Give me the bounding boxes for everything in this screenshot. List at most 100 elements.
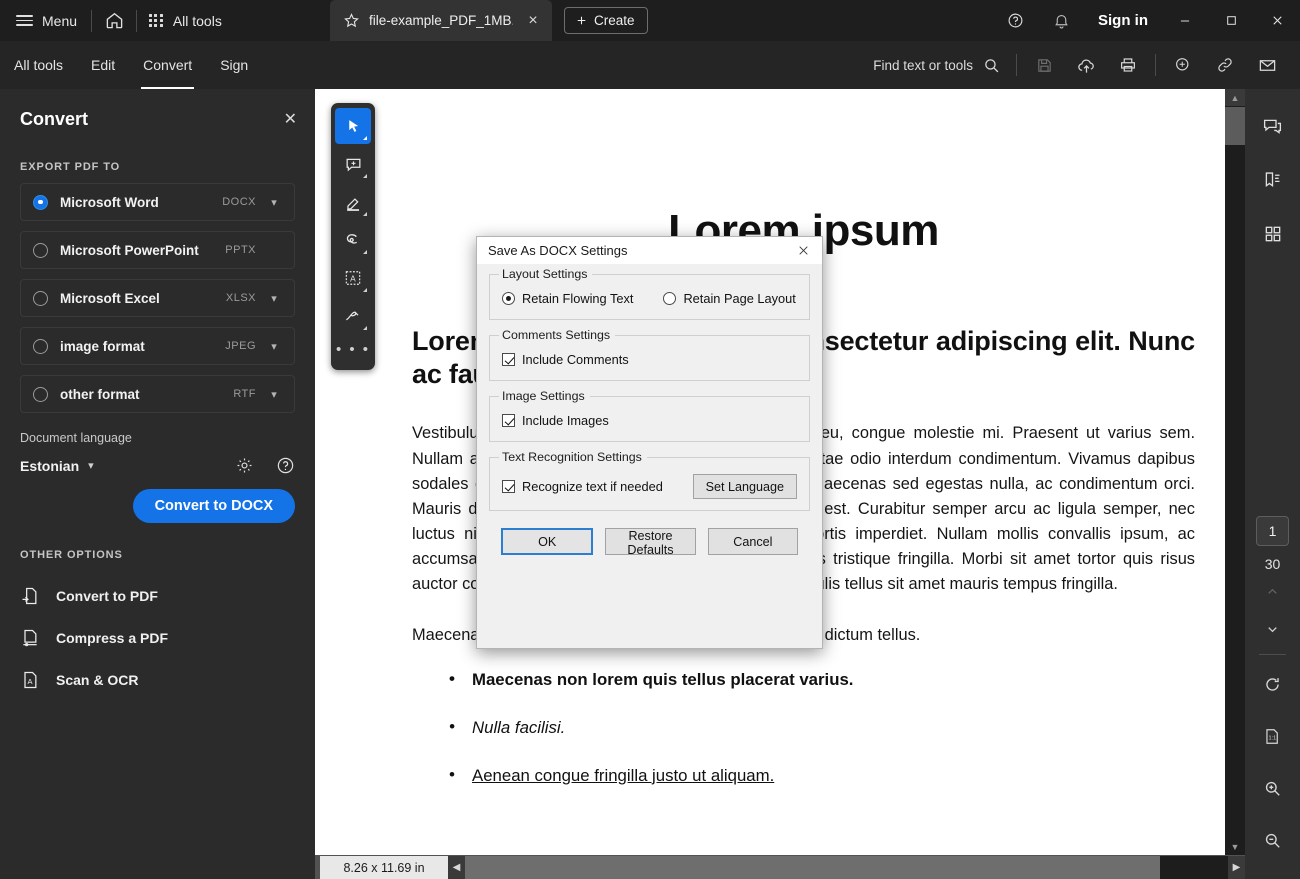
format-option-excel[interactable]: Microsoft Excel XLSX ▾ xyxy=(20,279,295,317)
format-option-word[interactable]: Microsoft Word DOCX ▾ xyxy=(20,183,295,221)
radio-icon[interactable] xyxy=(33,195,48,210)
convert-to-docx-button[interactable]: Convert to DOCX xyxy=(133,489,295,523)
document-language-value[interactable]: Estonian xyxy=(20,458,79,474)
rotate-icon[interactable] xyxy=(1253,663,1293,705)
email-icon[interactable] xyxy=(1246,41,1288,89)
scroll-up-arrow[interactable]: ▲ xyxy=(1225,89,1245,106)
acrobat-window: Menu All tools file-example_PDF_1MB.... … xyxy=(0,0,1300,879)
upload-cloud-icon[interactable] xyxy=(1065,41,1107,89)
menu-button[interactable]: Menu xyxy=(0,0,91,41)
radio-icon[interactable] xyxy=(33,243,48,258)
minimize-button[interactable] xyxy=(1162,0,1208,41)
help-circle-icon[interactable] xyxy=(276,456,295,475)
thumbnails-icon[interactable] xyxy=(1253,213,1293,255)
page-size-indicator: 8.26 x 11.69 in xyxy=(320,856,448,879)
radio-retain-flowing-text[interactable] xyxy=(502,292,515,305)
fit-page-icon[interactable]: 1:1 xyxy=(1253,715,1293,757)
grid-icon xyxy=(149,14,163,28)
option-scan-ocr[interactable]: A Scan & OCR xyxy=(20,659,295,701)
bell-icon[interactable] xyxy=(1038,0,1084,41)
radio-icon[interactable] xyxy=(33,291,48,306)
star-icon[interactable] xyxy=(343,12,360,29)
draw-tool[interactable] xyxy=(335,222,371,258)
chevron-down-icon[interactable]: ▾ xyxy=(264,388,284,401)
radio-retain-page-layout[interactable] xyxy=(663,292,676,305)
checkbox-include-comments[interactable] xyxy=(502,353,515,366)
scroll-right-arrow[interactable]: ▶ xyxy=(1228,856,1245,879)
gear-icon[interactable] xyxy=(235,456,254,475)
format-ext: RTF xyxy=(233,388,256,400)
current-page-input[interactable]: 1 xyxy=(1256,516,1289,546)
home-icon[interactable] xyxy=(92,0,136,41)
highlight-tool[interactable] xyxy=(335,184,371,220)
svg-text:A: A xyxy=(350,273,356,283)
list-item: Nulla facilisi. xyxy=(472,718,1195,738)
scroll-down-arrow[interactable]: ▼ xyxy=(1225,838,1245,855)
find-button[interactable]: Find text or tools xyxy=(873,57,1010,74)
tool-submenu-indicator[interactable] xyxy=(363,212,367,216)
tool-submenu-indicator[interactable] xyxy=(363,326,367,330)
create-button[interactable]: Create xyxy=(564,7,648,34)
comment-icon[interactable] xyxy=(1253,105,1293,147)
tab-sign[interactable]: Sign xyxy=(206,41,262,89)
zoom-out-icon[interactable] xyxy=(1253,819,1293,861)
export-section-label: EXPORT PDF TO xyxy=(0,161,315,173)
option-compress-pdf[interactable]: Compress a PDF xyxy=(20,617,295,659)
ok-button[interactable]: OK xyxy=(501,528,593,555)
fill-sign-tool[interactable] xyxy=(335,298,371,334)
document-horizontal-scrollbar[interactable]: ◀ ▶ xyxy=(448,856,1245,879)
chevron-down-icon[interactable]: ▾ xyxy=(88,459,94,472)
format-option-other[interactable]: other format RTF ▾ xyxy=(20,375,295,413)
chevron-down-icon[interactable]: ▾ xyxy=(264,292,284,305)
radio-icon[interactable] xyxy=(33,339,48,354)
print-icon[interactable] xyxy=(1107,41,1149,89)
scrollbar-thumb[interactable] xyxy=(1225,107,1245,145)
checkbox-label: Include Comments xyxy=(522,352,629,367)
chevron-down-icon[interactable]: ▾ xyxy=(264,340,284,353)
tool-submenu-indicator[interactable] xyxy=(363,174,367,178)
all-tools-button[interactable]: All tools xyxy=(137,0,238,41)
tab-convert[interactable]: Convert xyxy=(129,41,206,89)
add-text-tool[interactable]: A xyxy=(335,260,371,296)
format-option-image[interactable]: image format JPEG ▾ xyxy=(20,327,295,365)
restore-defaults-button[interactable]: Restore Defaults xyxy=(605,528,695,555)
help-circle-icon[interactable] xyxy=(992,0,1038,41)
set-language-button[interactable]: Set Language xyxy=(693,474,797,499)
radio-icon[interactable] xyxy=(33,387,48,402)
link-icon[interactable] xyxy=(1204,41,1246,89)
document-tab[interactable]: file-example_PDF_1MB.... × xyxy=(330,0,552,41)
dialog-close-icon[interactable] xyxy=(788,238,818,264)
select-tool[interactable] xyxy=(335,108,371,144)
sign-in-button[interactable]: Sign in xyxy=(1084,12,1162,29)
group-legend: Comments Settings xyxy=(499,328,615,342)
more-tools-icon[interactable]: • • • xyxy=(336,336,370,362)
chevron-down-icon[interactable]: ▾ xyxy=(264,196,284,209)
document-vertical-scrollbar[interactable]: ▲ ▼ xyxy=(1225,89,1245,855)
scroll-left-arrow[interactable]: ◀ xyxy=(448,856,465,879)
checkbox-include-images[interactable] xyxy=(502,414,515,427)
search-icon[interactable] xyxy=(983,57,1000,74)
checkbox-recognize-text[interactable] xyxy=(502,480,515,493)
add-stamp-icon[interactable] xyxy=(1162,41,1204,89)
scrollbar-thumb[interactable] xyxy=(465,856,1160,879)
previous-page-button[interactable] xyxy=(1255,572,1291,610)
save-icon[interactable] xyxy=(1023,41,1065,89)
tab-close-icon[interactable]: × xyxy=(522,13,544,29)
zoom-in-icon[interactable] xyxy=(1253,767,1293,809)
tab-all-tools[interactable]: All tools xyxy=(0,41,77,89)
format-option-powerpoint[interactable]: Microsoft PowerPoint PPTX ▾ xyxy=(20,231,295,269)
maximize-button[interactable] xyxy=(1208,0,1254,41)
close-button[interactable] xyxy=(1254,0,1300,41)
next-page-button[interactable] xyxy=(1255,610,1291,648)
cancel-button[interactable]: Cancel xyxy=(708,528,798,555)
divider xyxy=(1259,654,1286,655)
panel-close-icon[interactable]: ✕ xyxy=(284,112,297,128)
add-comment-tool[interactable] xyxy=(335,146,371,182)
tool-submenu-indicator[interactable] xyxy=(363,136,367,140)
bookmark-icon[interactable] xyxy=(1253,159,1293,201)
tool-submenu-indicator[interactable] xyxy=(363,288,367,292)
document-language-label: Document language xyxy=(20,431,295,445)
tab-edit[interactable]: Edit xyxy=(77,41,129,89)
tool-submenu-indicator[interactable] xyxy=(363,250,367,254)
option-convert-to-pdf[interactable]: Convert to PDF xyxy=(20,575,295,617)
